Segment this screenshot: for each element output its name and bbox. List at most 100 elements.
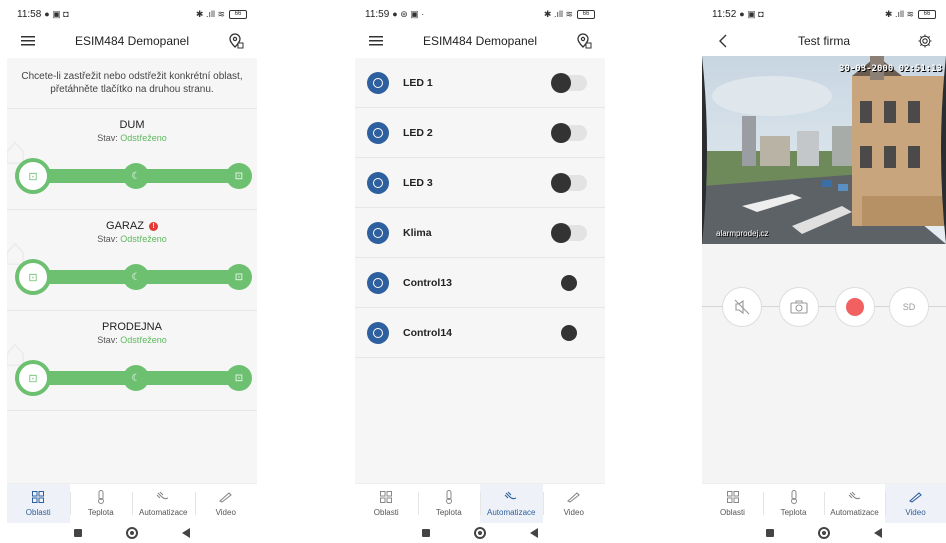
- camera-video-feed[interactable]: 30-03-2000 02:51:13 alarmprodej.cz: [702, 56, 946, 244]
- plug-icon: [848, 490, 862, 504]
- area-state: Stav: Odstřeženo: [97, 133, 167, 143]
- signal-wifi-icons: ✱ .ıll ≋: [195, 8, 225, 19]
- tab-teplota[interactable]: Teplota: [417, 484, 481, 523]
- list-item: Klima: [355, 208, 605, 258]
- area-name: GARAZ !: [7, 220, 257, 232]
- mute-button[interactable]: [722, 287, 762, 327]
- recents-button[interactable]: [422, 529, 430, 537]
- areas-content: Chcete-li zastřežit nebo odstřežit konkr…: [7, 58, 257, 485]
- speaker-muted-icon: [734, 299, 750, 315]
- list-item: LED 3: [355, 158, 605, 208]
- tab-automatizace[interactable]: Automatizace: [132, 484, 195, 523]
- video-timestamp: 30-03-2000 02:51:13: [839, 64, 942, 74]
- phone-screen-video: 11:52 ● ▣ ◘ ✱ .ıll ≋ 66 Test firma 30-03…: [702, 0, 946, 543]
- location-button[interactable]: [573, 30, 595, 52]
- grid-icon: [31, 490, 45, 504]
- settings-button[interactable]: [914, 30, 936, 52]
- chevron-left-icon: [719, 34, 727, 48]
- unlock-handle-icon[interactable]: ⊡: [15, 360, 51, 396]
- home-button[interactable]: [126, 527, 138, 539]
- unlock-handle-icon[interactable]: ⊡: [15, 158, 51, 194]
- list-item: LED 2: [355, 108, 605, 158]
- bottom-tab-bar: Oblasti Teplota Automatizace Video: [702, 483, 946, 523]
- arm-slider[interactable]: ⊡ ☾ ⊡: [15, 158, 252, 194]
- map-pin-icon: [229, 33, 244, 49]
- bottom-tab-bar: Oblasti Teplota Automatizace Video: [7, 483, 257, 523]
- arm-slider[interactable]: ⊡ ☾ ⊡: [15, 360, 252, 396]
- home-button[interactable]: [818, 527, 830, 539]
- partial-arm-icon: ☾: [123, 264, 149, 290]
- plug-icon: [156, 490, 170, 504]
- location-button[interactable]: [225, 30, 247, 52]
- tab-video[interactable]: Video: [885, 484, 946, 523]
- output-icon: [367, 121, 389, 144]
- instruction-text: Chcete-li zastřežit nebo odstřežit konkr…: [21, 71, 243, 95]
- tab-teplota[interactable]: Teplota: [69, 484, 133, 523]
- record-button[interactable]: [835, 287, 875, 327]
- home-button[interactable]: [474, 527, 486, 539]
- tab-automatizace[interactable]: Automatizace: [824, 484, 885, 523]
- list-item: LED 1: [355, 58, 605, 108]
- tab-automatizace[interactable]: Automatizace: [480, 484, 543, 523]
- trigger-button[interactable]: [561, 274, 577, 291]
- alert-icon: !: [148, 221, 158, 231]
- area-card-dum: ⌂ DUM Stav: Odstřeženo ⊡ ☾ ⊡: [7, 108, 257, 209]
- status-time: 11:58: [17, 8, 42, 20]
- tab-oblasti[interactable]: Oblasti: [7, 484, 70, 523]
- camera-icon: [566, 490, 581, 504]
- back-button[interactable]: [182, 528, 190, 538]
- back-button[interactable]: [530, 528, 538, 538]
- area-card-prodejna: ⌂ PRODEJNA Stav: Odstřeženo ⊡ ☾ ⊡: [7, 310, 257, 411]
- tab-video[interactable]: Video: [194, 484, 258, 523]
- menu-button[interactable]: [17, 30, 39, 52]
- menu-button[interactable]: [365, 30, 387, 52]
- thermometer-icon: [787, 490, 801, 504]
- snapshot-button[interactable]: [779, 287, 819, 327]
- toggle-switch[interactable]: [551, 172, 587, 193]
- tab-oblasti[interactable]: Oblasti: [355, 484, 418, 523]
- lock-icon: ⊡: [226, 163, 252, 189]
- grid-icon: [379, 490, 393, 504]
- battery-icon: 66: [229, 9, 247, 19]
- battery-icon: 66: [918, 9, 936, 19]
- recents-button[interactable]: [766, 529, 774, 537]
- status-time: 11:52: [712, 8, 737, 20]
- signal-wifi-icons: ✱ .ıll ≋: [543, 8, 573, 19]
- area-state: Stav: Odstřeženo: [97, 335, 167, 345]
- toggle-switch[interactable]: [551, 222, 587, 243]
- toggle-switch[interactable]: [551, 72, 587, 93]
- trigger-button[interactable]: [561, 324, 577, 341]
- area-card-garaz: ⌂ GARAZ ! Stav: Odstřeženo ⊡ ☾ ⊡: [7, 209, 257, 310]
- thermometer-icon: [94, 490, 108, 504]
- output-icon: [367, 271, 389, 294]
- back-button[interactable]: [874, 528, 882, 538]
- app-bar: Test firma: [702, 28, 946, 54]
- phone-screen-automation: 11:59 ● ⊛ ▣ · ✱ .ıll ≋ 66 ESIM484 Demopa…: [355, 0, 605, 543]
- tab-teplota[interactable]: Teplota: [763, 484, 824, 523]
- notification-icons: ● ▣ ◘: [44, 8, 69, 19]
- tab-video[interactable]: Video: [542, 484, 606, 523]
- signal-wifi-icons: ✱ .ıll ≋: [884, 8, 914, 19]
- arm-slider[interactable]: ⊡ ☾ ⊡: [15, 259, 252, 295]
- list-item: Control14: [355, 308, 605, 358]
- recents-button[interactable]: [74, 529, 82, 537]
- unlock-handle-icon[interactable]: ⊡: [15, 259, 51, 295]
- app-bar: ESIM484 Demopanel: [7, 28, 257, 54]
- toggle-switch[interactable]: [551, 122, 587, 143]
- battery-icon: 66: [577, 9, 595, 19]
- tab-oblasti[interactable]: Oblasti: [702, 484, 763, 523]
- phone-screen-areas: 11:58 ● ▣ ◘ ✱ .ıll ≋ 66 ESIM484 Demopane…: [7, 0, 257, 543]
- grid-icon: [726, 490, 740, 504]
- sd-button[interactable]: SD: [889, 287, 929, 327]
- output-icon: [367, 221, 389, 244]
- map-pin-icon: [577, 33, 592, 49]
- video-caption: alarmprodej.cz: [716, 229, 769, 238]
- back-nav-button[interactable]: [712, 30, 734, 52]
- bottom-tab-bar: Oblasti Teplota Automatizace Video: [355, 483, 605, 523]
- app-title: ESIM484 Demopanel: [422, 34, 538, 48]
- area-name: DUM: [119, 119, 145, 131]
- hamburger-icon: [21, 36, 35, 46]
- status-bar: 11:58 ● ▣ ◘ ✱ .ıll ≋ 66: [7, 0, 257, 28]
- notification-icons: ● ▣ ◘: [739, 8, 764, 19]
- photo-camera-icon: [790, 300, 808, 314]
